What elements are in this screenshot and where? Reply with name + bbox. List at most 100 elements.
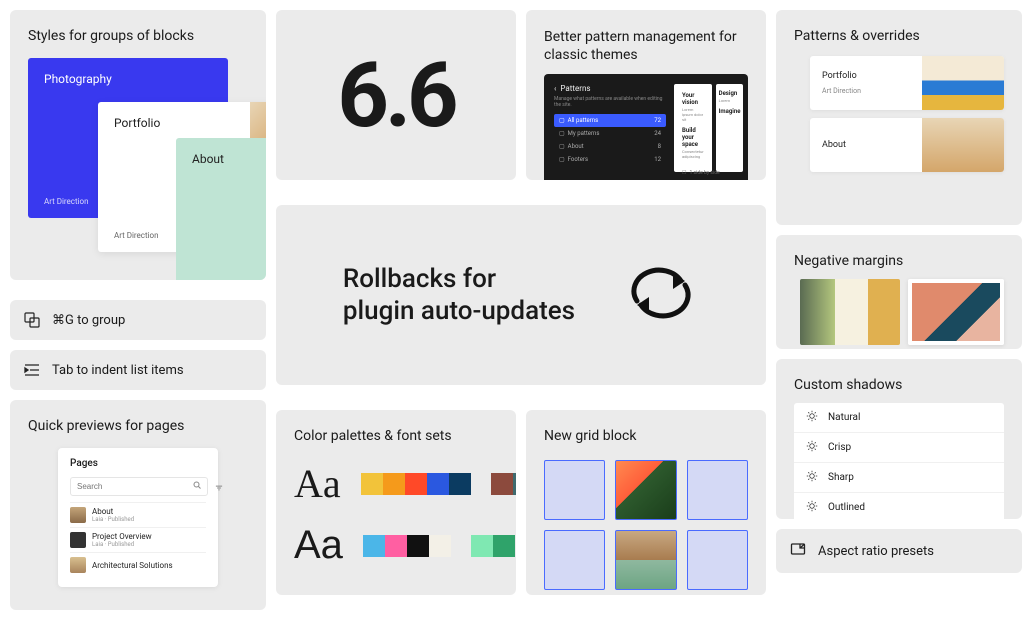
shadow-label: Sharp xyxy=(828,472,854,483)
sun-icon xyxy=(806,410,818,425)
group-shortcut-pill: ⌘G to group xyxy=(10,300,266,340)
preview-text: Lorem ipsum dolor sit xyxy=(682,108,704,122)
shadow-item[interactable]: Outlined xyxy=(794,493,1004,519)
color-swatch[interactable] xyxy=(429,535,451,557)
color-swatch[interactable] xyxy=(493,535,515,557)
pages-search[interactable] xyxy=(70,477,208,496)
shadow-item[interactable]: Sharp xyxy=(794,463,1004,493)
font-sample-sans: Aa xyxy=(294,523,343,568)
pattern-sidebar-desc: Manage what patterns are available when … xyxy=(554,96,666,108)
grid-cell-image[interactable] xyxy=(615,530,676,590)
palette-row-1b[interactable] xyxy=(491,473,516,495)
color-swatch[interactable] xyxy=(513,473,516,495)
sun-icon xyxy=(806,440,818,455)
grid-cell[interactable] xyxy=(544,530,605,590)
page-thumb xyxy=(70,507,86,523)
color-swatch[interactable] xyxy=(361,473,383,495)
shadow-item[interactable]: Crisp xyxy=(794,433,1004,463)
indent-shortcut-label: Tab to indent list items xyxy=(52,363,184,378)
preview-text: Consectetur adipiscing xyxy=(682,150,704,160)
left-column: Styles for groups of blocks Photography … xyxy=(10,10,266,610)
color-swatch[interactable] xyxy=(385,535,407,557)
grid-block[interactable] xyxy=(544,460,748,590)
palettes-title: Color palettes & font sets xyxy=(294,428,498,444)
chevron-left-icon[interactable]: ‹ xyxy=(554,84,556,93)
negative-margins-images xyxy=(794,279,1004,345)
pattern-sidebar-title: Patterns xyxy=(560,84,590,93)
page-meta: Laia · Published xyxy=(92,541,152,548)
color-swatch[interactable] xyxy=(405,473,427,495)
pattern-override-list: Portfolio Art Direction About xyxy=(794,56,1004,172)
color-swatch[interactable] xyxy=(383,473,405,495)
grid-cell[interactable] xyxy=(687,460,748,520)
quick-previews-card: Quick previews for pages Pages xyxy=(10,400,266,610)
pattern-item-count: 8 xyxy=(658,143,661,150)
color-swatch[interactable] xyxy=(407,535,429,557)
pattern-previews: Your vision Lorem ipsum dolor sit Build … xyxy=(674,84,743,172)
page-name: Project Overview xyxy=(92,532,152,541)
font-palette-row: Aa xyxy=(294,523,498,568)
grid-cell-image[interactable] xyxy=(615,460,676,520)
shadow-item[interactable]: Natural xyxy=(794,403,1004,433)
preview-heading: Design xyxy=(719,90,741,97)
preview-heading: Build your space xyxy=(682,127,704,148)
pattern-item-all[interactable]: ▢All patterns 72 xyxy=(554,114,666,127)
pattern-override-item[interactable]: Portfolio Art Direction xyxy=(810,56,1004,110)
palettes-card: Color palettes & font sets Aa Aa xyxy=(276,410,516,595)
pattern-item-my[interactable]: ▢My patterns 24 xyxy=(554,127,666,140)
pattern-override-item[interactable]: About xyxy=(810,118,1004,172)
pattern-item-about[interactable]: ▢About 8 xyxy=(554,140,666,153)
indent-shortcut-pill: Tab to indent list items xyxy=(10,350,266,390)
rollback-card: Rollbacks for plugin auto-updates xyxy=(276,205,766,385)
pattern-item-footers[interactable]: ▢Footers 12 xyxy=(554,153,666,166)
shadow-label: Natural xyxy=(828,412,860,423)
grid-cell[interactable] xyxy=(687,530,748,590)
shadow-label: Crisp xyxy=(828,442,851,453)
color-swatch[interactable] xyxy=(491,473,513,495)
grid-cell[interactable] xyxy=(544,460,605,520)
pattern-item-label: My patterns xyxy=(568,130,600,137)
block-about-label: About xyxy=(192,152,224,166)
shadow-label: Outlined xyxy=(828,502,865,513)
pattern-item-label: About xyxy=(568,143,584,150)
rollback-line1: Rollbacks for xyxy=(343,263,575,296)
pattern-item-count: 12 xyxy=(654,156,661,163)
aspect-ratio-pill: Aspect ratio presets xyxy=(776,529,1022,573)
pattern-item-label: All patterns xyxy=(568,117,599,124)
po-label: About xyxy=(822,140,910,150)
pattern-preview[interactable]: Design Lorem Imagine xyxy=(716,84,744,172)
po-thumb xyxy=(922,118,1004,172)
custom-shadows-card: Custom shadows NaturalCrispSharpOutlined xyxy=(776,359,1022,519)
po-sublabel: Art Direction xyxy=(822,87,910,95)
page-row[interactable]: Architectural Solutions xyxy=(70,552,206,577)
page-thumb xyxy=(70,532,86,548)
quick-previews-title: Quick previews for pages xyxy=(28,418,248,434)
pattern-preview[interactable]: Your vision Lorem ipsum dolor sit Build … xyxy=(674,84,712,172)
color-swatch[interactable] xyxy=(363,535,385,557)
palette-row-2[interactable] xyxy=(363,535,451,557)
pattern-item-count: 24 xyxy=(654,130,661,137)
pages-panel: Pages About Laia xyxy=(58,448,218,587)
po-thumb xyxy=(922,56,1004,110)
pattern-sidebar-header: ‹ Patterns xyxy=(554,84,666,93)
palette-row-2b[interactable] xyxy=(471,535,515,557)
version-card: 6.6 xyxy=(276,10,516,180)
refresh-icon xyxy=(623,261,699,329)
block-about[interactable]: About xyxy=(176,138,266,280)
color-swatch[interactable] xyxy=(471,535,493,557)
sort-icon[interactable] xyxy=(214,483,224,496)
palette-row-1[interactable] xyxy=(361,473,471,495)
grid-block-card: New grid block xyxy=(526,410,766,595)
block-portfolio-label: Portfolio xyxy=(114,116,160,130)
page-row[interactable]: Project Overview Laia · Published xyxy=(70,527,206,552)
color-swatch[interactable] xyxy=(427,473,449,495)
font-sample-serif: Aa xyxy=(294,460,341,507)
group-icon xyxy=(24,312,40,328)
page-row[interactable]: About Laia · Published xyxy=(70,502,206,527)
color-swatch[interactable] xyxy=(449,473,471,495)
folder-icon: ▢ xyxy=(559,117,565,124)
preview-text: Lorem xyxy=(719,99,741,104)
patterns-overrides-card: Patterns & overrides Portfolio Art Direc… xyxy=(776,10,1022,225)
aspect-ratio-label: Aspect ratio presets xyxy=(818,544,934,559)
pages-search-input[interactable] xyxy=(77,482,187,491)
